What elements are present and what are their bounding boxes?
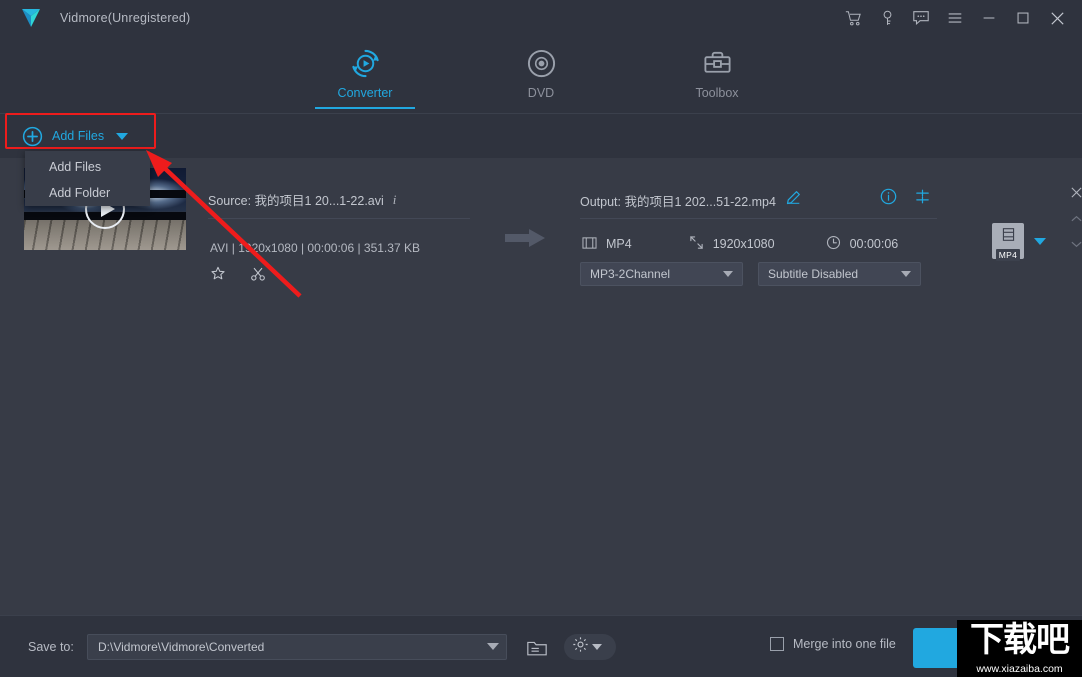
convert-arrow-icon [505, 228, 547, 253]
watermark-text: 下载吧 [957, 620, 1082, 660]
remove-item-icon[interactable] [1070, 186, 1082, 204]
converter-icon [349, 46, 382, 80]
trim-scissors-icon[interactable] [250, 266, 266, 287]
site-watermark: 下载吧 www.xiazaiba.com [957, 620, 1082, 677]
info-icon[interactable]: i [393, 192, 397, 208]
menu-item-add-folder[interactable]: Add Folder [25, 180, 150, 206]
key-icon[interactable] [870, 0, 904, 36]
source-divider [208, 218, 470, 219]
tab-toolbox[interactable]: Toolbox [664, 46, 770, 109]
add-files-label: Add Files [52, 129, 104, 143]
format-badge-chevron-icon[interactable] [1034, 238, 1046, 245]
action-toolbar: Add Files Converting Converted Convert A… [0, 114, 1082, 158]
output-format-value: MP4 [606, 237, 632, 251]
app-logo-icon [18, 5, 44, 31]
audio-track-select[interactable]: MP3-2Channel [580, 262, 743, 286]
close-icon[interactable] [1040, 0, 1074, 36]
edit-pencil-icon[interactable] [786, 190, 801, 210]
output-format-badge-label: MP4 [996, 249, 1020, 261]
main-nav: Converter DVD Toolbox [0, 36, 1082, 114]
tab-toolbox-label: Toolbox [695, 86, 738, 100]
merge-checkbox[interactable] [770, 637, 784, 651]
chevron-down-icon [901, 271, 911, 277]
source-file-name: Source: 我的项目1 20...1-22.avi [208, 190, 384, 209]
chevron-down-icon[interactable] [487, 643, 499, 650]
output-format-row: MP4 1920x1080 [582, 235, 898, 253]
tab-dvd-label: DVD [528, 86, 554, 100]
merge-into-one-file-option[interactable]: Merge into one file [770, 637, 896, 651]
source-file-row: Source: 我的项目1 20...1-22.avi i [208, 190, 396, 209]
item-edge-controls [1070, 186, 1082, 254]
output-duration-value: 00:00:06 [850, 237, 899, 251]
chevron-down-icon[interactable] [116, 133, 128, 140]
output-info-icon[interactable] [880, 188, 897, 210]
output-duration: 00:00:06 [826, 235, 899, 253]
preferences-button[interactable] [564, 634, 616, 660]
vidmore-window: Vidmore(Unregistered) [0, 0, 1082, 677]
file-list-item: Source: 我的项目1 20...1-22.avi i AVI | 1920… [0, 168, 1082, 290]
menu-item-add-files[interactable]: Add Files [25, 154, 150, 180]
output-file-name: Output: 我的项目1 202...51-22.mp4 [580, 191, 776, 210]
film-strip-icon [1001, 227, 1016, 247]
save-to-path-input[interactable]: D:\Vidmore\Vidmore\Converted [87, 634, 507, 660]
tab-dvd[interactable]: DVD [488, 46, 594, 109]
window-controls [836, 0, 1074, 36]
gear-icon [572, 636, 589, 658]
file-tools [210, 266, 266, 287]
chevron-down-icon [723, 271, 733, 277]
output-format-badge[interactable]: MP4 [992, 223, 1024, 259]
dvd-icon [526, 46, 557, 80]
app-title: Vidmore(Unregistered) [60, 11, 190, 25]
file-list-panel: Source: 我的项目1 20...1-22.avi i AVI | 1920… [0, 158, 1082, 615]
maximize-icon[interactable] [1006, 0, 1040, 36]
clock-icon [826, 235, 841, 253]
output-resolution: 1920x1080 [689, 235, 775, 253]
subtitle-track-value: Subtitle Disabled [768, 267, 858, 281]
output-resolution-value: 1920x1080 [713, 237, 775, 251]
add-files-dropdown-menu: Add Files Add Folder [25, 151, 150, 206]
output-actions [880, 188, 931, 210]
browse-folder-button[interactable] [524, 634, 550, 660]
film-icon [582, 236, 597, 253]
source-meta: AVI | 1920x1080 | 00:00:06 | 351.37 KB [210, 241, 420, 255]
chevron-down-icon [592, 644, 602, 650]
output-settings-icon[interactable] [914, 188, 931, 210]
track-selects: MP3-2Channel Subtitle Disabled [580, 262, 921, 286]
watermark-url: www.xiazaiba.com [957, 663, 1082, 675]
chevron-down-icon[interactable] [1070, 236, 1082, 254]
resize-icon [689, 235, 704, 253]
edit-magic-icon[interactable] [210, 266, 226, 287]
save-to-label: Save to: [28, 640, 74, 654]
feedback-icon[interactable] [904, 0, 938, 36]
menu-icon[interactable] [938, 0, 972, 36]
merge-label: Merge into one file [793, 637, 896, 651]
audio-track-value: MP3-2Channel [590, 267, 670, 281]
chevron-up-icon[interactable] [1070, 211, 1082, 229]
toolbox-icon [702, 46, 733, 80]
title-bar: Vidmore(Unregistered) [0, 0, 1082, 36]
output-format: MP4 [582, 236, 632, 253]
output-divider [580, 218, 937, 219]
tab-converter-label: Converter [338, 86, 393, 100]
minimize-icon[interactable] [972, 0, 1006, 36]
subtitle-track-select[interactable]: Subtitle Disabled [758, 262, 921, 286]
tab-converter[interactable]: Converter [312, 46, 418, 109]
save-to-path-value: D:\Vidmore\Vidmore\Converted [98, 640, 264, 654]
output-file-row: Output: 我的项目1 202...51-22.mp4 [580, 190, 801, 210]
plus-circle-icon [22, 126, 43, 147]
add-files-button[interactable]: Add Files [22, 123, 134, 149]
cart-icon[interactable] [836, 0, 870, 36]
